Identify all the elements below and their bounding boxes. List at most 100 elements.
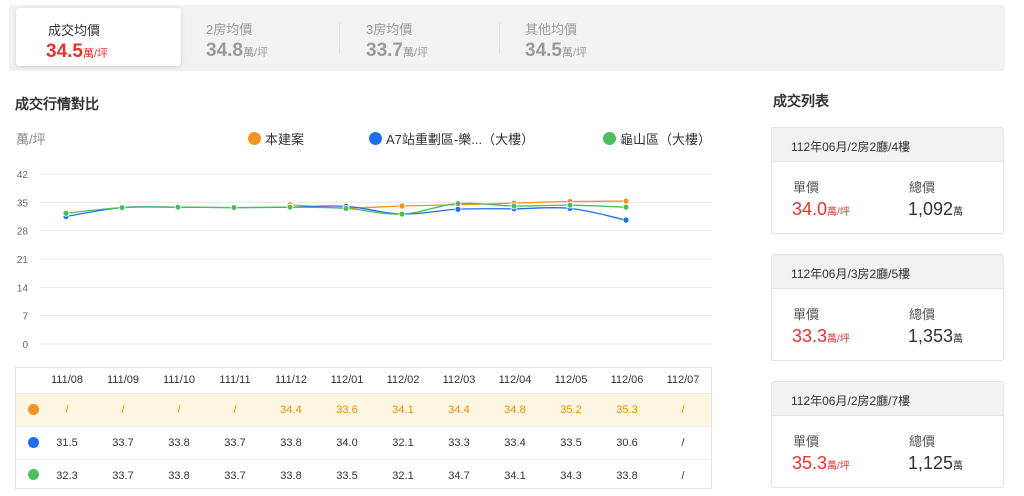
tab-price-value: 33.7 xyxy=(366,40,403,61)
table-cell: 35.2 xyxy=(560,404,582,416)
total-price-value: 1,353 xyxy=(908,326,954,346)
table-cell: 35.3 xyxy=(616,404,638,416)
table-header-row: 111/08 111/09 111/10 111/11 111/12 112/01 112/… xyxy=(16,368,711,393)
data-point[interactable] xyxy=(118,204,126,211)
tab-2room-price[interactable]: 2房均價 34.8萬/坪 xyxy=(204,5,334,71)
data-point[interactable] xyxy=(230,204,238,211)
price-label: 單價 xyxy=(793,180,820,195)
card-header: 112年06月/2房2廳/7樓 xyxy=(772,382,1003,416)
table-cell: 33.8 xyxy=(280,470,302,482)
row-dot xyxy=(28,437,39,448)
tab-price-value: 34.5 xyxy=(46,41,83,62)
data-point[interactable] xyxy=(622,216,630,224)
transaction-card[interactable]: 112年06月/3房2廳/5樓 單價 總價 33.3萬/坪 1,353萬 xyxy=(771,254,1004,361)
tab-price-unit: 萬/坪 xyxy=(561,47,588,59)
table-cell: / xyxy=(121,404,125,416)
total-price-unit: 萬 xyxy=(953,461,964,472)
data-point[interactable] xyxy=(286,203,294,211)
data-point[interactable] xyxy=(454,205,462,213)
data-point[interactable] xyxy=(566,201,574,209)
tab-label: 其他均價 xyxy=(525,22,578,37)
legend-item-a7[interactable]: A7站重劃區-樂...（大樓） xyxy=(369,129,534,148)
total-label: 總價 xyxy=(909,434,936,449)
table-cell: 34.1 xyxy=(504,470,526,482)
table-cell: / xyxy=(681,470,685,482)
table-cell: 34.3 xyxy=(560,470,582,482)
unit-price-value: 33.3 xyxy=(792,326,828,346)
unit-price: 34.0萬/坪 xyxy=(792,199,850,220)
table-row-guishan: 32.3 33.7 33.8 33.7 33.8 33.5 32.1 34.7 34.1 34.3… xyxy=(16,459,711,489)
tab-avg-price[interactable]: 成交均價 34.5萬/坪 xyxy=(16,8,181,66)
y-tick-label: 42 xyxy=(17,170,29,181)
column-header: 112/04 xyxy=(498,374,532,386)
list-section-title: 成交列表 xyxy=(773,93,829,109)
tab-price-unit: 萬/坪 xyxy=(242,47,269,59)
price-label: 單價 xyxy=(793,307,820,322)
table-cell: 32.1 xyxy=(392,470,414,482)
table-cell: / xyxy=(681,437,685,449)
table-cell: 33.7 xyxy=(224,470,246,482)
data-point[interactable] xyxy=(342,205,350,212)
table-cell: / xyxy=(177,404,181,416)
column-header: 112/07 xyxy=(666,374,700,386)
transaction-card[interactable]: 112年06月/2房2廳/4樓 單價 總價 34.0萬/坪 1,092萬 xyxy=(771,127,1004,234)
tab-label: 3房均價 xyxy=(366,22,413,37)
data-point[interactable] xyxy=(398,202,406,210)
data-point[interactable] xyxy=(174,203,182,211)
legend-dot xyxy=(248,132,261,145)
legend-label: 龜山區（大樓） xyxy=(620,132,712,147)
table-cell: 33.8 xyxy=(280,437,302,449)
price-line-chart: 0 7 14 21 28 35 42 xyxy=(17,170,712,351)
tab-divider xyxy=(339,23,340,53)
table-cell: 32.1 xyxy=(392,437,414,449)
table-cell: 33.8 xyxy=(616,470,638,482)
unit-price-unit: 萬/坪 xyxy=(827,461,850,472)
table-cell: 33.5 xyxy=(336,470,358,482)
y-tick-label: 28 xyxy=(17,227,29,238)
total-price-unit: 萬 xyxy=(953,334,964,345)
table-cell: 34.8 xyxy=(504,404,526,416)
tab-other-price[interactable]: 其他均價 34.5萬/坪 xyxy=(523,5,653,71)
table-cell: 33.7 xyxy=(112,437,134,449)
table-cell: 30.6 xyxy=(616,437,638,449)
legend-item-guishan[interactable]: 龜山區（大樓） xyxy=(603,129,711,148)
table-cell: 33.6 xyxy=(336,404,358,416)
price-table: 111/08 111/09 111/10 111/11 111/12 112/01 112/… xyxy=(15,367,712,489)
data-point[interactable] xyxy=(622,203,630,211)
y-tick-label: 14 xyxy=(17,283,29,294)
legend-item-project[interactable]: 本建案 xyxy=(248,129,304,148)
total-label: 總價 xyxy=(909,180,936,195)
data-point[interactable] xyxy=(454,200,462,207)
total-label: 總價 xyxy=(909,307,936,322)
y-axis-unit: 萬/坪 xyxy=(16,132,46,147)
data-point[interactable] xyxy=(510,202,518,210)
column-header: 111/11 xyxy=(219,374,251,386)
column-header: 112/02 xyxy=(386,374,420,386)
legend-dot xyxy=(603,132,616,145)
unit-price: 35.3萬/坪 xyxy=(792,453,850,474)
column-header: 111/09 xyxy=(106,374,139,386)
column-header: 112/01 xyxy=(330,374,364,386)
tab-price: 33.7萬/坪 xyxy=(366,40,428,62)
tab-price-value: 34.8 xyxy=(206,40,243,61)
unit-price-unit: 萬/坪 xyxy=(827,334,850,345)
table-cell: 34.4 xyxy=(448,404,470,416)
transaction-card[interactable]: 112年06月/2房2廳/7樓 單價 總價 35.3萬/坪 1,125萬 xyxy=(771,381,1004,488)
table-cell: 33.7 xyxy=(112,470,134,482)
table-cell: 33.8 xyxy=(168,470,190,482)
data-point[interactable] xyxy=(622,197,630,205)
table-cell: 33.5 xyxy=(560,437,582,449)
tab-price: 34.8萬/坪 xyxy=(206,40,268,62)
tab-label: 2房均價 xyxy=(206,22,253,37)
tab-price: 34.5萬/坪 xyxy=(525,40,587,62)
tab-3room-price[interactable]: 3房均價 33.7萬/坪 xyxy=(364,5,494,71)
table-cell: 34.7 xyxy=(448,470,470,482)
table-row-a7: 31.5 33.7 33.8 33.7 33.8 34.0 32.1 33.3 33.4 33.5… xyxy=(16,426,711,459)
total-price-value: 1,125 xyxy=(908,453,954,473)
table-cell: 33.7 xyxy=(224,437,246,449)
data-point[interactable] xyxy=(62,209,70,217)
card-header: 112年06月/3房2廳/5樓 xyxy=(772,255,1003,289)
data-point[interactable] xyxy=(398,210,406,218)
table-cell: 31.5 xyxy=(56,437,78,449)
column-header: 112/03 xyxy=(442,374,476,386)
